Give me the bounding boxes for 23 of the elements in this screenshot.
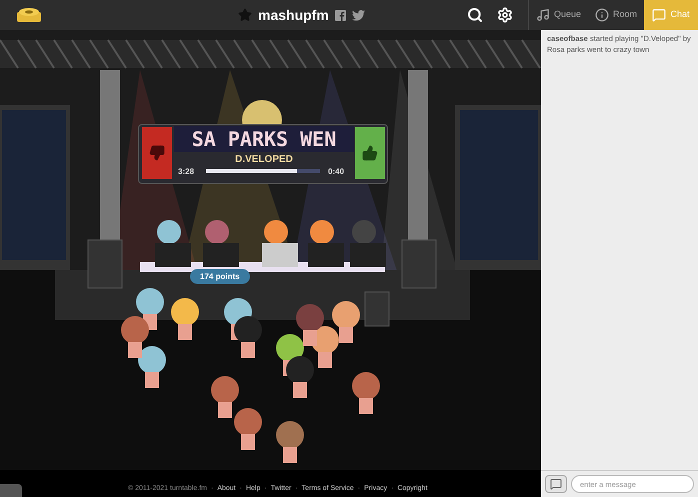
artist-name: D.VELOPED bbox=[234, 153, 294, 167]
settings-icon[interactable] bbox=[496, 7, 513, 23]
bird-icon[interactable] bbox=[352, 10, 365, 20]
remaining-time: 0:40 bbox=[328, 166, 344, 178]
music-note-icon bbox=[536, 8, 550, 22]
info-icon bbox=[594, 8, 609, 22]
song-title: SA PARKS WEN bbox=[174, 126, 354, 152]
elapsed-time: 3:28 bbox=[178, 166, 194, 178]
chat-tools-button[interactable] bbox=[545, 475, 567, 493]
facebook-icon[interactable] bbox=[334, 10, 346, 20]
speech-bubble-icon bbox=[550, 478, 562, 490]
downvote-button[interactable] bbox=[142, 127, 172, 179]
chat-tab[interactable]: Room bbox=[588, 0, 644, 30]
thumbs-down-icon bbox=[149, 145, 165, 161]
upvote-button[interactable] bbox=[355, 127, 385, 179]
turntable-logo-icon[interactable] bbox=[16, 7, 42, 23]
room-name: mashupfm bbox=[258, 6, 329, 25]
chat-tab[interactable]: Queue bbox=[528, 0, 588, 30]
points-badge: 174 points bbox=[190, 269, 250, 284]
search-icon[interactable] bbox=[466, 7, 483, 23]
star-icon[interactable] bbox=[238, 8, 252, 22]
speech-bubble-icon bbox=[652, 8, 666, 22]
thumbs-up-icon bbox=[362, 145, 378, 161]
